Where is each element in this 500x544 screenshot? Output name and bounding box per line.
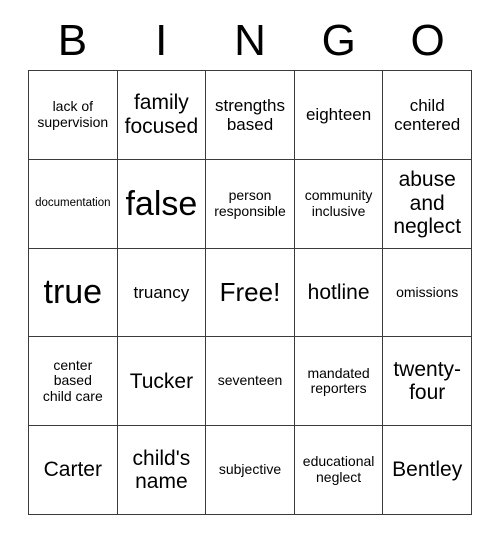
bingo-card: B I N G O lack of supervision family foc… <box>0 0 500 544</box>
bingo-header-letter-g: G <box>321 16 356 65</box>
bingo-cell-r5c3[interactable]: subjective <box>206 426 295 515</box>
bingo-cell-label: Tucker <box>129 369 194 393</box>
bingo-cell-label: lack of supervision <box>37 98 109 130</box>
bingo-grid: lack of supervision family focused stren… <box>28 70 472 515</box>
bingo-header-letter-n: N <box>234 16 266 65</box>
bingo-cell-label: strengths based <box>215 95 285 134</box>
bingo-cell-label: mandated reporters <box>307 364 370 397</box>
bingo-cell-r3c5[interactable]: omissions <box>383 248 472 338</box>
bingo-cell-r3c2[interactable]: truancy <box>117 248 207 338</box>
bingo-header-letter-o: O <box>410 16 445 65</box>
bingo-cell-r2c5[interactable]: abuse and neglect <box>383 159 472 249</box>
bingo-cell-label: truancy <box>133 282 190 302</box>
bingo-header-row: B I N G O <box>28 12 472 70</box>
bingo-cell-r3c1[interactable]: true <box>29 248 118 338</box>
bingo-cell-label: child's name <box>132 446 191 494</box>
bingo-cell-r2c4[interactable]: community inclusive <box>294 159 384 249</box>
bingo-cell-label: Bentley <box>392 458 463 482</box>
bingo-cell-r1c3[interactable]: strengths based <box>206 71 295 160</box>
bingo-cell-r5c4[interactable]: educational neglect <box>294 426 384 515</box>
bingo-cell-label: twenty- four <box>393 357 462 405</box>
bingo-cell-label: community inclusive <box>304 187 373 219</box>
bingo-cell-r4c1[interactable]: center based child care <box>29 337 118 427</box>
bingo-cell-label: educational neglect <box>302 453 375 486</box>
bingo-cell-label: abuse and neglect <box>393 168 462 239</box>
bingo-cell-r2c3[interactable]: person responsible <box>206 159 295 249</box>
bingo-header-letter-i: I <box>155 16 168 65</box>
bingo-cell-r2c2[interactable]: false <box>117 159 207 249</box>
bingo-cell-label: subjective <box>218 461 282 478</box>
bingo-cell-label: Carter <box>43 458 102 482</box>
bingo-cell-r5c1[interactable]: Carter <box>29 426 118 515</box>
bingo-cell-label: seventeen <box>217 372 283 389</box>
bingo-cell-free-space[interactable]: Free! <box>206 248 295 338</box>
bingo-header-letter-b: B <box>57 16 88 65</box>
bingo-cell-r1c5[interactable]: child centered <box>383 71 472 160</box>
bingo-cell-label: child centered <box>394 95 461 134</box>
bingo-cell-label: false <box>125 184 198 223</box>
bingo-cell-label: omissions <box>396 283 459 300</box>
bingo-cell-label: center based child care <box>42 356 103 405</box>
bingo-cell-r1c2[interactable]: family focused <box>117 71 207 160</box>
bingo-cell-r1c4[interactable]: eighteen <box>294 71 384 160</box>
bingo-cell-r4c3[interactable]: seventeen <box>206 337 295 427</box>
bingo-cell-r3c4[interactable]: hotline <box>294 248 384 338</box>
bingo-cell-r4c2[interactable]: Tucker <box>117 337 207 427</box>
bingo-cell-label: hotline <box>307 280 370 304</box>
bingo-cell-r4c5[interactable]: twenty- four <box>383 337 472 427</box>
bingo-cell-r4c4[interactable]: mandated reporters <box>294 337 384 427</box>
bingo-cell-label: true <box>43 273 103 312</box>
bingo-cell-label: person responsible <box>214 187 286 219</box>
bingo-cell-r5c5[interactable]: Bentley <box>383 426 472 515</box>
bingo-cell-label: eighteen <box>305 105 372 125</box>
bingo-cell-r2c1[interactable]: documentation <box>29 159 118 249</box>
bingo-cell-label: Free! <box>219 276 281 307</box>
bingo-cell-label: family focused <box>124 91 199 138</box>
bingo-cell-label: documentation <box>35 197 111 210</box>
bingo-cell-r5c2[interactable]: child's name <box>117 426 207 515</box>
bingo-cell-r1c1[interactable]: lack of supervision <box>29 71 118 160</box>
